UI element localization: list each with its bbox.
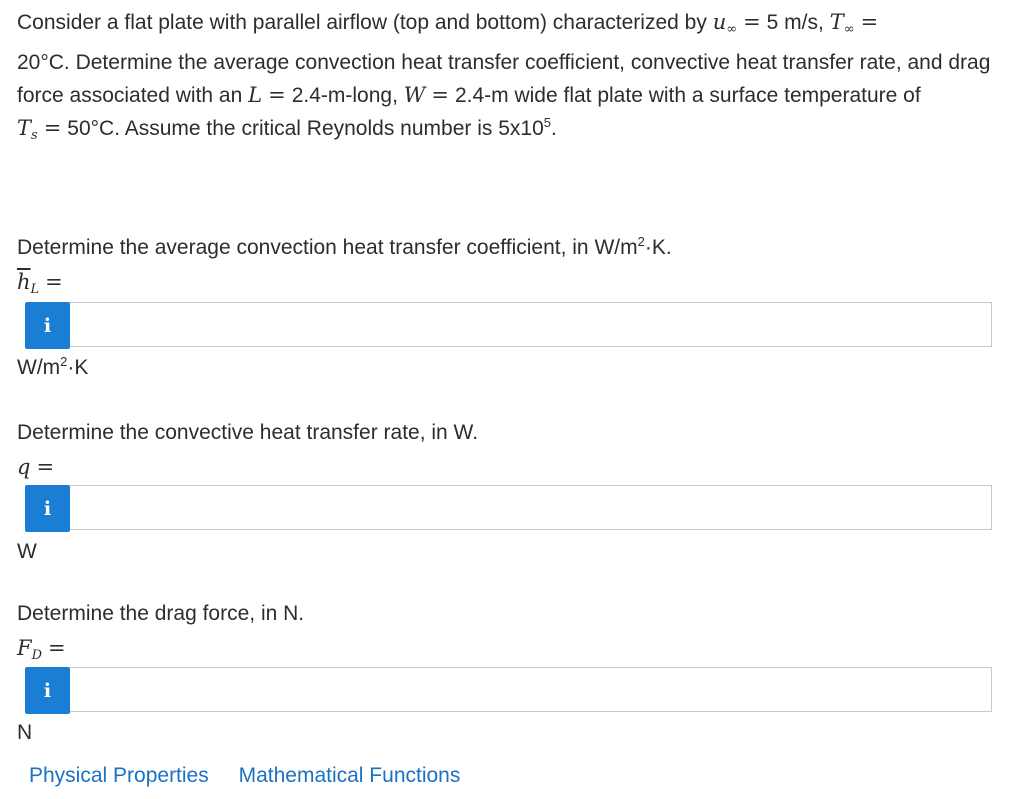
- t-inf-symbol: T∞: [829, 10, 855, 37]
- answer-row-1: i: [17, 302, 993, 349]
- width-symbol: W: [403, 83, 426, 107]
- u-inf-symbol: u∞: [712, 10, 738, 37]
- question-2-unit: W: [17, 540, 37, 563]
- answer-row-2: i: [17, 485, 993, 532]
- question-2-symbol: q =: [17, 455, 55, 479]
- question-1-unit: W/m2·K: [17, 354, 89, 379]
- u-inf-value: 5 m/s,: [766, 11, 824, 34]
- question-2-prompt: Determine the convective heat transfer r…: [17, 421, 479, 444]
- length-value: 2.4-m-long,: [291, 84, 398, 107]
- physical-properties-link[interactable]: Physical Properties: [29, 764, 209, 787]
- length-symbol: L: [248, 83, 263, 107]
- question-3-unit: N: [17, 721, 33, 744]
- width-value: 2.4-m wide flat plate with a surface tem…: [454, 84, 921, 107]
- resource-links: Physical Properties Mathematical Functio…: [29, 764, 484, 788]
- answer-row-3: i: [17, 667, 993, 714]
- heat-transfer-coefficient-input[interactable]: [70, 302, 992, 347]
- info-icon[interactable]: i: [25, 667, 70, 714]
- ts-symbol: Ts: [17, 116, 38, 143]
- problem-text: Consider a flat plate with parallel airf…: [17, 11, 713, 34]
- problem-statement: Consider a flat plate with parallel airf…: [17, 10, 991, 143]
- question-1-prompt: Determine the average convection heat tr…: [17, 234, 672, 259]
- drag-force-input[interactable]: [70, 667, 992, 712]
- info-icon[interactable]: i: [25, 302, 70, 349]
- mathematical-functions-link[interactable]: Mathematical Functions: [239, 764, 461, 787]
- question-3-symbol: FD =: [17, 636, 66, 663]
- ts-value: 50°C. Assume the critical Reynolds numbe…: [67, 117, 544, 140]
- question-1-symbol: hL =: [17, 270, 63, 297]
- question-3-prompt: Determine the drag force, in N.: [17, 602, 305, 625]
- info-icon[interactable]: i: [25, 485, 70, 532]
- heat-transfer-rate-input[interactable]: [70, 485, 992, 530]
